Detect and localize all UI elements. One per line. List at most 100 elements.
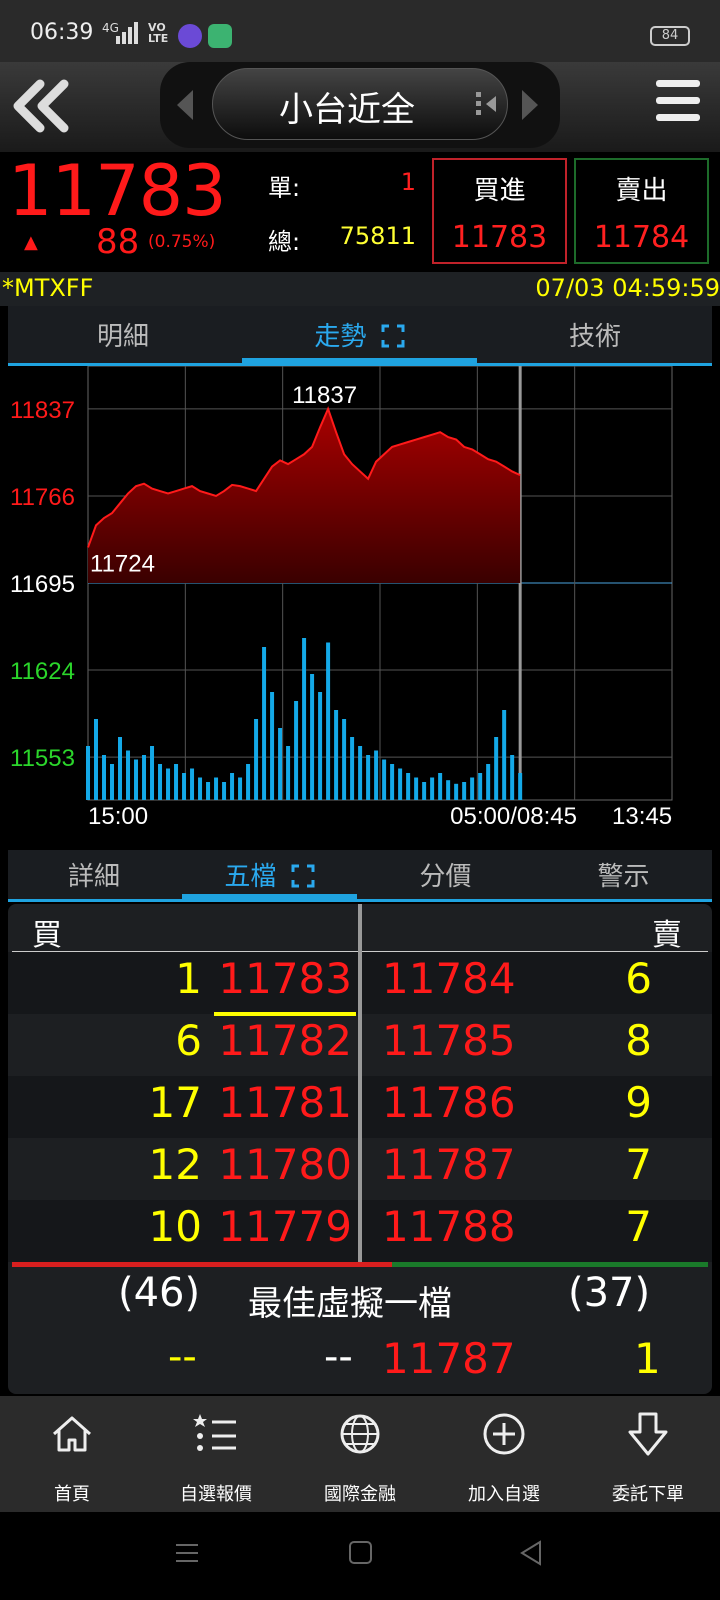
y-tick-label: 11766 — [10, 484, 75, 511]
volume-bar — [350, 737, 355, 800]
ticker-code: *MTXFF — [2, 274, 94, 302]
bid-price[interactable]: 11782 — [218, 1016, 352, 1065]
back-icon[interactable] — [518, 1540, 544, 1566]
tab-alert[interactable]: 警示 — [535, 856, 712, 893]
ask-qty: 6 — [625, 954, 652, 1003]
x-tick-label: 13:45 — [612, 803, 672, 830]
ask-qty: 8 — [625, 1016, 652, 1065]
symbol-title[interactable]: 小台近全 — [212, 82, 482, 131]
volume-bar — [238, 777, 243, 800]
low-price-label: 11724 — [90, 550, 155, 577]
bid-qty: 10 — [148, 1202, 202, 1251]
double-chevron-left-icon[interactable] — [10, 76, 70, 136]
buy-button[interactable]: 買進 11783 — [432, 158, 567, 264]
mail-app-icon — [178, 24, 202, 48]
high-price-label: 11837 — [292, 382, 357, 409]
system-nav-bar — [0, 1512, 720, 1600]
volume-bar — [486, 764, 491, 800]
tab-five-levels-label: 五檔 — [224, 862, 277, 892]
volume-bar — [382, 759, 387, 800]
chart-svg: 11837 11766 11695 11624 11553 15:00 05:00/08:4… — [10, 365, 673, 830]
volume-bar — [110, 764, 115, 800]
nav-order[interactable]: 委託下單 — [576, 1396, 720, 1512]
total-bid-qty: (46) — [118, 1270, 201, 1316]
volume-bar — [214, 777, 219, 800]
price-change-pct: (0.75%) — [148, 232, 216, 252]
bid-price[interactable]: 11779 — [218, 1202, 352, 1251]
hamburger-menu-icon[interactable] — [656, 80, 700, 126]
sell-price: 11784 — [593, 220, 690, 255]
ask-price[interactable]: 11785 — [382, 1016, 516, 1065]
tab-details[interactable]: 詳細 — [8, 856, 180, 893]
volume-bar — [150, 746, 155, 800]
bid-price[interactable]: 11783 — [218, 954, 352, 1003]
volume-bar — [102, 755, 107, 800]
symbol-list-icon[interactable] — [474, 90, 498, 118]
volume-bar — [326, 642, 331, 800]
nav-global[interactable]: 國際金融 — [288, 1396, 432, 1512]
order-book: 買 賣 1 11783 11784 6 6 11782 11785 8 17 1… — [8, 904, 712, 1394]
active-tab-indicator — [182, 894, 357, 899]
y-tick-label: 11837 — [10, 397, 75, 424]
volume-bar — [358, 746, 363, 800]
volume-bar — [446, 780, 451, 800]
ask-price[interactable]: 11788 — [382, 1202, 516, 1251]
total-ask-qty: (37) — [568, 1270, 651, 1316]
trend-chart[interactable]: 11837 11766 11695 11624 11553 15:00 05:00/08:4… — [8, 365, 712, 850]
globe-icon — [340, 1414, 380, 1454]
bottom-nav: 首頁 自選報價 國際金融 加入自選 委託下單 — [0, 1396, 720, 1512]
unit-volume: 1 — [400, 168, 416, 196]
nav-watchlist-label: 自選報價 — [180, 1484, 252, 1505]
ask-price[interactable]: 11786 — [382, 1078, 516, 1127]
volume-bar — [262, 647, 267, 800]
nav-add-watch[interactable]: 加入自選 — [432, 1396, 576, 1512]
volume-bar — [246, 764, 251, 800]
volume-bar — [438, 773, 443, 800]
tab-trend[interactable]: 走勢 — [242, 316, 477, 353]
notification-app-icon — [208, 24, 232, 48]
volume-bar — [286, 746, 291, 800]
volume-bar — [454, 783, 459, 800]
home-button-icon[interactable] — [348, 1540, 374, 1566]
chart-tabs: 明細 走勢 技術 — [8, 306, 712, 366]
volume-bar — [86, 746, 90, 800]
volume-bar — [510, 755, 515, 800]
active-tab-indicator — [242, 358, 477, 363]
virtual-level-label: 最佳虛擬一檔 — [248, 1284, 452, 1324]
volume-bar — [166, 768, 171, 800]
buy-header: 買 — [32, 918, 62, 953]
volume-bar — [518, 773, 523, 800]
home-icon — [53, 1416, 91, 1452]
x-tick-label: 05:00/08:45 — [450, 803, 577, 830]
recents-icon[interactable] — [174, 1540, 200, 1566]
sell-button[interactable]: 賣出 11784 — [574, 158, 709, 264]
tab-price-volume[interactable]: 分價 — [358, 856, 533, 893]
volume-bar — [318, 692, 323, 800]
nav-watchlist[interactable]: 自選報價 — [144, 1396, 288, 1512]
volume-bar — [222, 782, 227, 800]
volume-bar — [478, 773, 483, 800]
volume-bar — [134, 759, 139, 800]
total-volume-label: 總: — [268, 228, 301, 256]
volume-bar — [422, 782, 427, 800]
expand-icon — [291, 864, 315, 888]
tab-five-levels[interactable]: 五檔 — [182, 856, 357, 893]
bid-price[interactable]: 11780 — [218, 1140, 352, 1189]
bid-price[interactable]: 11781 — [218, 1078, 352, 1127]
tab-detail[interactable]: 明細 — [8, 316, 238, 353]
nav-home-label: 首頁 — [54, 1484, 90, 1505]
ask-price[interactable]: 11784 — [382, 954, 516, 1003]
volume-bar — [310, 674, 315, 800]
nav-home[interactable]: 首頁 — [0, 1396, 144, 1512]
current-price-underline — [214, 1012, 356, 1016]
prev-symbol-icon[interactable] — [175, 88, 195, 122]
nav-global-label: 國際金融 — [324, 1484, 396, 1505]
tab-technical[interactable]: 技術 — [478, 316, 712, 353]
y-tick-label: 11695 — [10, 571, 75, 598]
volume-bar — [182, 773, 187, 800]
volume-bar — [366, 755, 371, 800]
next-symbol-icon[interactable] — [520, 88, 540, 122]
ask-price[interactable]: 11787 — [382, 1140, 516, 1189]
expand-icon — [381, 324, 405, 348]
virtual-ask-price: 11787 — [382, 1334, 516, 1383]
